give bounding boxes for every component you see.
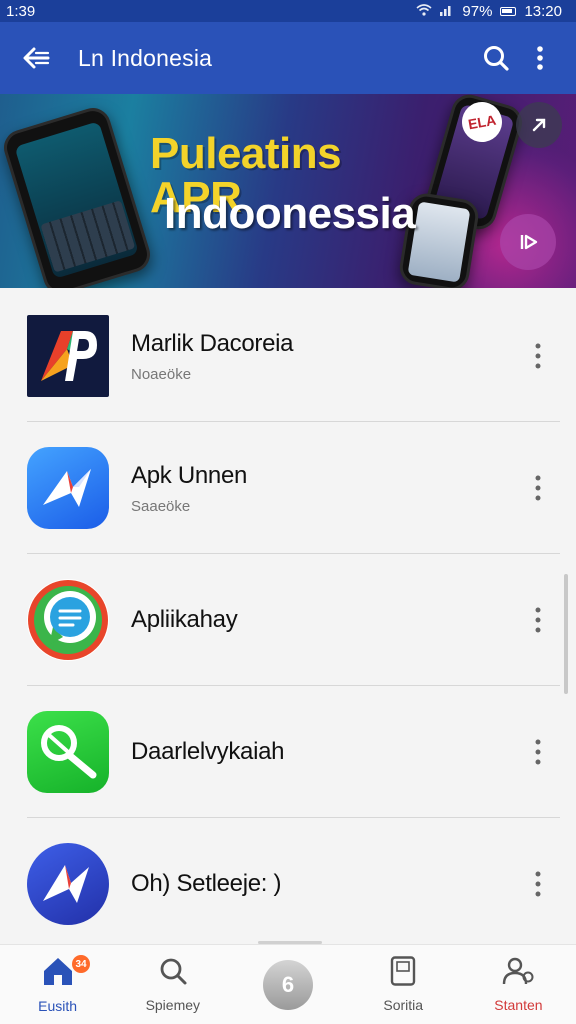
list-item[interactable]: Oh) Setleeje: ) <box>0 818 576 942</box>
nav-label: Soritia <box>383 997 424 1013</box>
nav-label: Eusith <box>38 998 78 1014</box>
more-vert-icon[interactable] <box>518 326 558 386</box>
more-vert-icon[interactable] <box>518 36 562 80</box>
more-vert-icon[interactable] <box>518 458 558 518</box>
search-icon <box>158 956 188 991</box>
center-action-button[interactable]: 6 <box>263 959 313 1010</box>
nav-item-home[interactable]: 34 Eusith <box>0 945 115 1024</box>
list-item[interactable]: Marlik Dacoreia Noaeöke <box>0 290 576 422</box>
banner-subheadline: Indoonessia <box>164 189 416 238</box>
nav-item-profile[interactable]: Stanten <box>461 945 576 1024</box>
share-icon[interactable] <box>516 102 562 148</box>
arrow-logo-icon <box>27 843 109 925</box>
nav-item-center[interactable]: 6 <box>230 945 345 1024</box>
search-icon[interactable] <box>474 36 518 80</box>
promo-banner[interactable]: ELA Puleatins APR Indoonessia <box>0 94 576 288</box>
arrow-plane-logo-icon <box>27 447 109 529</box>
app-name: Apliikahay <box>131 606 238 633</box>
tablet-icon <box>390 956 416 991</box>
app-name: Apk Unnen <box>131 461 248 489</box>
list-item[interactable]: Apliikahay <box>0 554 576 686</box>
status-bar: 1:39 97% 13:20 <box>0 0 576 22</box>
key-search-logo-icon <box>27 711 109 793</box>
drag-handle[interactable] <box>258 941 322 944</box>
profile-icon <box>501 956 535 991</box>
signal-icon <box>440 4 454 19</box>
scrollbar-thumb[interactable] <box>564 574 568 694</box>
app-name: Oh) Setleeje: ) <box>131 870 282 897</box>
home-icon <box>41 955 75 992</box>
back-arrow-icon[interactable] <box>18 40 54 76</box>
battery-icon <box>500 6 517 16</box>
app-subtitle: Saaeöke <box>131 497 191 515</box>
more-vert-icon[interactable] <box>518 590 558 650</box>
more-vert-icon[interactable] <box>518 854 558 914</box>
app-list: Marlik Dacoreia Noaeöke Apk Unnen Saaeök… <box>0 290 576 942</box>
nav-label: Stanten <box>494 997 543 1013</box>
nav-item-tablet[interactable]: Soritia <box>346 945 461 1024</box>
phone-illustration-left <box>0 103 155 288</box>
status-time: 1:39 <box>6 2 36 20</box>
battery-percent: 97% <box>462 2 493 20</box>
status-clock: 13:20 <box>524 2 562 20</box>
app-subtitle: Noaeöke <box>131 365 192 383</box>
play-icon[interactable] <box>500 214 556 270</box>
page-title: Ln Indonesia <box>78 44 213 71</box>
notification-badge: 34 <box>72 955 90 973</box>
app-name: Daarlelvykaiah <box>131 738 285 765</box>
app-name: Marlik Dacoreia <box>131 329 294 357</box>
ap-logo-icon <box>27 315 109 397</box>
app-bar: Ln Indonesia <box>0 22 576 94</box>
nav-item-search[interactable]: Spiemey <box>115 945 230 1024</box>
chat-bubble-logo-icon <box>27 579 109 661</box>
status-icons: 97% 13:20 <box>416 3 562 20</box>
list-item[interactable]: Daarlelvykaiah <box>0 686 576 818</box>
list-item[interactable]: Apk Unnen Saaeöke <box>0 422 576 554</box>
nav-label: Spiemey <box>145 997 201 1013</box>
more-vert-icon[interactable] <box>518 722 558 782</box>
wifi-icon <box>416 3 432 19</box>
bottom-nav: 34 Eusith Spiemey 6 Soritia Stanten <box>0 941 576 1024</box>
